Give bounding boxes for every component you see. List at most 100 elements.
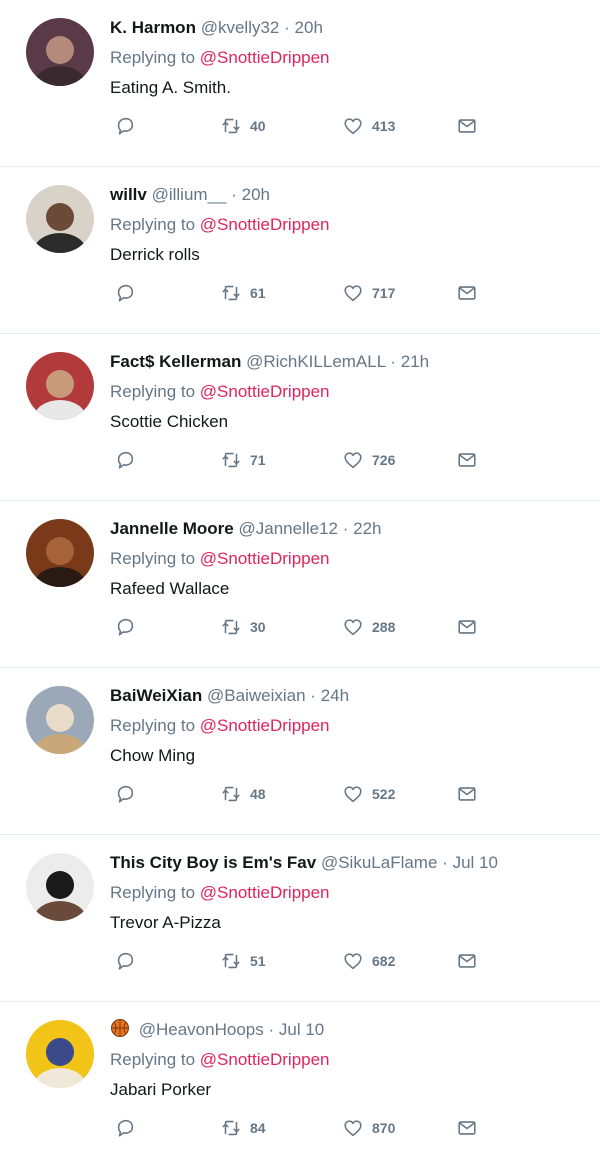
- like-button[interactable]: 522: [342, 782, 395, 806]
- avatar[interactable]: [26, 352, 94, 420]
- retweet-count: 84: [250, 1120, 266, 1136]
- retweet-button[interactable]: 51: [220, 949, 266, 973]
- mention-link[interactable]: @SnottieDrippen: [200, 716, 330, 735]
- reply-button[interactable]: [114, 114, 136, 138]
- timestamp[interactable]: Jul 10: [279, 1020, 324, 1039]
- replying-to-label: Replying to: [110, 549, 196, 568]
- avatar[interactable]: [26, 519, 94, 587]
- mention-link[interactable]: @SnottieDrippen: [200, 48, 330, 67]
- tweet-text: Scottie Chicken: [110, 412, 229, 431]
- direct-message-button[interactable]: [456, 281, 478, 305]
- direct-message-button[interactable]: [456, 615, 478, 639]
- retweet-count: 61: [250, 285, 266, 301]
- tweet-actions: 40 413: [110, 114, 490, 138]
- display-name[interactable]: Jannelle Moore: [110, 519, 234, 538]
- timestamp[interactable]: 20h: [295, 18, 323, 37]
- tweet[interactable]: BaiWeiXian @Baiweixian · 24h Replying to…: [0, 668, 600, 835]
- reply-button[interactable]: [114, 615, 136, 639]
- like-button[interactable]: 717: [342, 281, 395, 305]
- timestamp[interactable]: 24h: [321, 686, 349, 705]
- user-handle[interactable]: @HeavonHoops: [139, 1020, 264, 1039]
- reply-button[interactable]: [114, 1116, 136, 1140]
- mention-link[interactable]: @SnottieDrippen: [200, 883, 330, 902]
- retweet-button[interactable]: 30: [220, 615, 266, 639]
- display-name[interactable]: This City Boy is Em's Fav: [110, 853, 316, 872]
- direct-message-button[interactable]: [456, 114, 478, 138]
- user-handle[interactable]: @Baiweixian: [207, 686, 306, 705]
- direct-message-button[interactable]: [456, 448, 478, 472]
- reply-icon: [117, 1119, 134, 1137]
- user-handle[interactable]: @illium__: [152, 185, 227, 204]
- retweet-count: 48: [250, 786, 266, 802]
- replying-to-label: Replying to: [110, 883, 196, 902]
- tweet-header: @HeavonHoops · Jul 10: [110, 1018, 590, 1042]
- avatar[interactable]: [26, 185, 94, 253]
- like-button[interactable]: 682: [342, 949, 395, 973]
- like-button[interactable]: 870: [342, 1116, 395, 1140]
- tweet[interactable]: Fact$ Kellerman @RichKILLemALL · 21h Rep…: [0, 334, 600, 501]
- separator-dot: ·: [310, 686, 316, 705]
- timestamp[interactable]: 21h: [401, 352, 429, 371]
- reply-button[interactable]: [114, 281, 136, 305]
- avatar[interactable]: [26, 686, 94, 754]
- timestamp[interactable]: 22h: [353, 519, 381, 538]
- display-name[interactable]: K. Harmon: [110, 18, 196, 37]
- display-name[interactable]: BaiWeiXian: [110, 686, 202, 705]
- tweet[interactable]: willv @illium__ · 20h Replying to @Snott…: [0, 167, 600, 334]
- retweet-icon: [222, 118, 240, 134]
- retweet-button[interactable]: 71: [220, 448, 266, 472]
- user-handle[interactable]: @Jannelle12: [239, 519, 339, 538]
- reply-button[interactable]: [114, 782, 136, 806]
- mention-link[interactable]: @SnottieDrippen: [200, 215, 330, 234]
- retweet-count: 51: [250, 953, 266, 969]
- retweet-button[interactable]: 40: [220, 114, 266, 138]
- tweet[interactable]: K. Harmon @kvelly32 · 20h Replying to @S…: [0, 0, 600, 167]
- timestamp[interactable]: 20h: [242, 185, 270, 204]
- mention-link[interactable]: @SnottieDrippen: [200, 1050, 330, 1069]
- retweet-button[interactable]: 61: [220, 281, 266, 305]
- display-name[interactable]: willv: [110, 185, 147, 204]
- retweet-button[interactable]: 84: [220, 1116, 266, 1140]
- display-name[interactable]: Fact$ Kellerman: [110, 352, 241, 371]
- user-handle[interactable]: @SikuLaFlame: [321, 853, 437, 872]
- reply-icon: [117, 284, 134, 302]
- reply-button[interactable]: [114, 448, 136, 472]
- separator-dot: ·: [284, 18, 290, 37]
- tweet-actions: 61 717: [110, 281, 490, 305]
- heart-icon: [344, 452, 362, 469]
- replying-to: Replying to @SnottieDrippen: [110, 547, 590, 571]
- reply-icon: [117, 618, 134, 636]
- like-button[interactable]: 288: [342, 615, 395, 639]
- direct-message-button[interactable]: [456, 782, 478, 806]
- retweet-count: 40: [250, 118, 266, 134]
- timestamp[interactable]: Jul 10: [453, 853, 498, 872]
- mention-link[interactable]: @SnottieDrippen: [200, 549, 330, 568]
- direct-message-button[interactable]: [456, 1116, 478, 1140]
- reply-icon: [117, 785, 134, 803]
- heart-icon: [344, 619, 362, 636]
- like-button[interactable]: 413: [342, 114, 395, 138]
- tweet-header: Jannelle Moore @Jannelle12 · 22h: [110, 517, 590, 541]
- mention-link[interactable]: @SnottieDrippen: [200, 382, 330, 401]
- avatar-image: [26, 686, 94, 754]
- direct-message-button[interactable]: [456, 949, 478, 973]
- tweet[interactable]: Jannelle Moore @Jannelle12 · 22h Replyin…: [0, 501, 600, 668]
- avatar[interactable]: [26, 18, 94, 86]
- tweet-header: BaiWeiXian @Baiweixian · 24h: [110, 684, 590, 708]
- tweet[interactable]: This City Boy is Em's Fav @SikuLaFlame ·…: [0, 835, 600, 1002]
- tweet-text: Chow Ming: [110, 746, 196, 765]
- envelope-icon: [458, 119, 476, 133]
- user-handle[interactable]: @kvelly32: [201, 18, 280, 37]
- avatar[interactable]: [26, 1020, 94, 1088]
- tweet[interactable]: @HeavonHoops · Jul 10 Replying to @Snott…: [0, 1002, 600, 1173]
- replying-to-label: Replying to: [110, 215, 196, 234]
- like-count: 682: [372, 953, 396, 969]
- retweet-button[interactable]: 48: [220, 782, 266, 806]
- envelope-icon: [458, 453, 476, 467]
- avatar[interactable]: [26, 853, 94, 921]
- like-button[interactable]: 726: [342, 448, 395, 472]
- user-handle[interactable]: @RichKILLemALL: [246, 352, 385, 371]
- tweet-text: Rafeed Wallace: [110, 579, 230, 598]
- like-count: 726: [372, 452, 396, 468]
- reply-button[interactable]: [114, 949, 136, 973]
